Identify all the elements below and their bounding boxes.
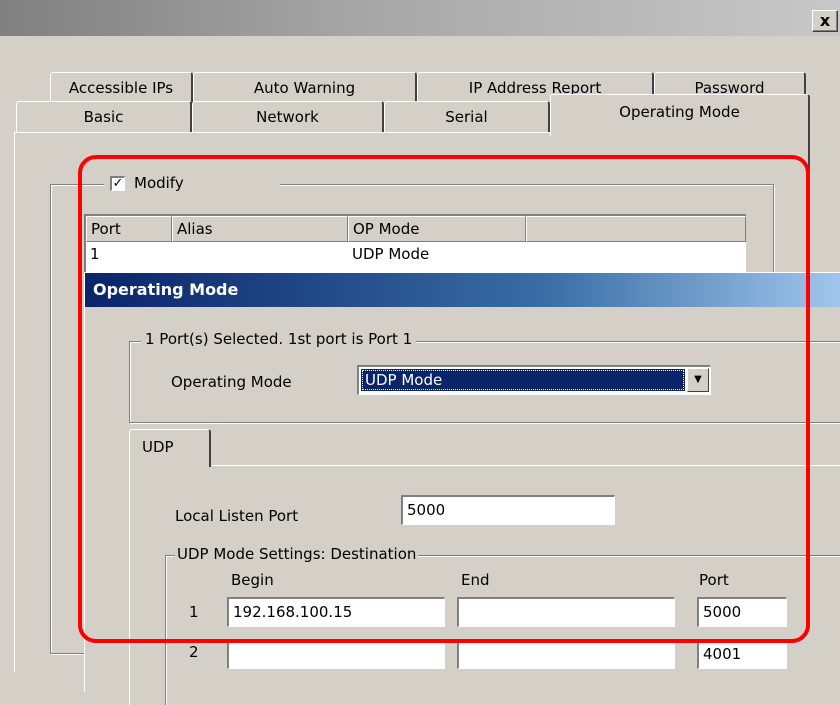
destination-end-input[interactable] (457, 639, 675, 669)
column-begin-label: Begin (231, 571, 274, 589)
modify-legend: ✓ Modify (104, 172, 280, 196)
destination-group-label: UDP Mode Settings: Destination (175, 545, 419, 563)
destination-row-index: 2 (189, 643, 199, 661)
tab-network[interactable]: Network (192, 101, 384, 133)
tab-udp-label: UDP (142, 438, 174, 456)
column-header-op-mode[interactable]: OP Mode (348, 216, 526, 242)
table-row[interactable]: 1 UDP Mode (86, 242, 746, 266)
operating-mode-select[interactable]: UDP Mode ▼ (357, 365, 711, 395)
tab-operating-mode[interactable]: Operating Mode (550, 94, 810, 136)
tab-udp[interactable]: UDP (129, 429, 211, 467)
tab-accessible-ips[interactable]: Accessible IPs (50, 72, 193, 104)
tab-auto-warning[interactable]: Auto Warning (193, 72, 417, 104)
destination-begin-input[interactable] (227, 639, 445, 669)
local-listen-port-input[interactable]: 5000 (401, 495, 615, 525)
selection-summary: 1 Port(s) Selected. 1st port is Port 1 (141, 330, 417, 348)
tab-panel-edge (129, 465, 130, 705)
local-listen-port-label: Local Listen Port (175, 507, 299, 525)
destination-begin-input[interactable]: 192.168.100.15 (227, 597, 445, 627)
operating-mode-value: UDP Mode (361, 369, 685, 391)
destination-row-index: 1 (189, 603, 199, 621)
operating-mode-label: Operating Mode (171, 373, 292, 391)
operating-mode-dialog: Operating Mode 1 Port(s) Selected. 1st p… (84, 272, 840, 705)
modify-checkbox[interactable]: ✓ (110, 176, 125, 191)
close-icon[interactable]: x (812, 10, 838, 32)
cell-alias (172, 242, 348, 266)
column-header-port[interactable]: Port (86, 216, 172, 242)
chevron-down-icon[interactable]: ▼ (687, 368, 709, 392)
tab-serial[interactable]: Serial (384, 101, 550, 133)
column-end-label: End (461, 571, 490, 589)
destination-end-input[interactable] (457, 597, 675, 627)
modify-label: Modify (134, 174, 184, 192)
window-title-bar (0, 0, 840, 36)
column-header-blank[interactable] (526, 216, 746, 242)
cell-op-mode: UDP Mode (352, 245, 430, 263)
dialog-title: Operating Mode (85, 273, 840, 307)
destination-port-input[interactable]: 4001 (697, 639, 787, 669)
destination-port-input[interactable]: 5000 (697, 597, 787, 627)
tab-basic[interactable]: Basic (16, 101, 192, 133)
column-port-label: Port (699, 571, 729, 589)
cell-port: 1 (90, 245, 100, 263)
tab-strip-line (129, 465, 840, 466)
column-header-alias[interactable]: Alias (172, 216, 348, 242)
